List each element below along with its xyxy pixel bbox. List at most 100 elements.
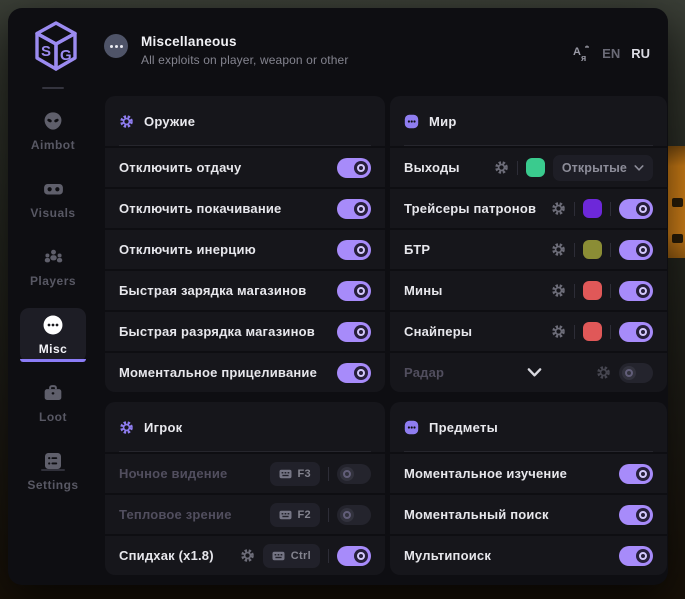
lang-ru-button[interactable]: RU: [631, 46, 650, 61]
feature-row: Спидхак (x1.8) Ctrl: [105, 536, 385, 575]
feature-row: Отключить покачивание: [105, 189, 385, 228]
toggle-switch[interactable]: [619, 240, 653, 260]
control-divider: [574, 284, 575, 298]
control-divider: [610, 325, 611, 339]
game-background: S G Miscellaneous All exploits on player…: [0, 0, 685, 599]
gear-icon[interactable]: [596, 365, 611, 380]
page-title: Miscellaneous: [141, 34, 237, 49]
section-player: ИгрокНочное видениеF3Тепловое зрениеF2Сп…: [105, 402, 385, 575]
toggle-switch[interactable]: [337, 199, 371, 219]
people-icon: [43, 247, 64, 267]
toggle-knob: [340, 508, 354, 522]
gear-icon[interactable]: [551, 201, 566, 216]
row-controls: [337, 322, 371, 342]
sidebar-item-loot[interactable]: Loot: [20, 376, 86, 430]
toggle-switch[interactable]: [619, 322, 653, 342]
control-divider: [328, 549, 329, 563]
color-swatch[interactable]: [583, 199, 602, 218]
toggle-switch[interactable]: [619, 199, 653, 219]
row-controls: [619, 464, 653, 484]
keybind-badge[interactable]: Ctrl: [263, 544, 320, 568]
gear-icon[interactable]: [240, 548, 255, 563]
keybind-badge[interactable]: F2: [270, 503, 321, 527]
feature-row: Отключить отдачу: [105, 148, 385, 187]
page-subtitle: All exploits on player, weapon or other: [141, 53, 348, 67]
translate-icon: A я: [572, 44, 591, 63]
sidebar-item-players[interactable]: Players: [20, 240, 86, 294]
sidebar-item-visuals[interactable]: Visuals: [20, 172, 86, 226]
row-controls: [551, 281, 653, 301]
items-section-icon: [404, 420, 419, 435]
gear-icon[interactable]: [551, 283, 566, 298]
feature-row: БТР: [390, 230, 667, 269]
sidebar-item-label: Misc: [39, 342, 68, 356]
control-divider: [574, 202, 575, 216]
toggle-knob: [354, 366, 368, 380]
section-title: Игрок: [144, 420, 182, 435]
feature-row: Трейсеры патронов: [390, 189, 667, 228]
toggle-switch[interactable]: [619, 281, 653, 301]
svg-text:S: S: [41, 43, 51, 60]
toggle-switch[interactable]: [337, 240, 371, 260]
feature-row: Мины: [390, 271, 667, 310]
keybind-label: F2: [298, 509, 312, 521]
color-swatch[interactable]: [526, 158, 545, 177]
toggle-switch[interactable]: [619, 464, 653, 484]
row-controls: [337, 158, 371, 178]
feature-label: Тепловое зрение: [119, 507, 270, 522]
keybind-badge[interactable]: F3: [270, 462, 321, 486]
feature-label: Спидхак (x1.8): [119, 548, 240, 563]
toggle-switch[interactable]: [337, 546, 371, 566]
toggle-switch[interactable]: [337, 505, 371, 525]
svg-text:A: A: [573, 46, 581, 58]
sidebar-item-misc[interactable]: Misc: [20, 308, 86, 362]
toggle-switch[interactable]: [619, 546, 653, 566]
sidebar-item-label: Aimbot: [31, 138, 75, 152]
weapon-section-icon: [119, 114, 134, 129]
keybind-label: F3: [298, 468, 312, 480]
gear-icon[interactable]: [551, 324, 566, 339]
toggle-switch[interactable]: [337, 322, 371, 342]
background-orange-object: [668, 146, 685, 258]
toggle-knob: [636, 243, 650, 257]
row-controls: [551, 322, 653, 342]
gear-icon[interactable]: [551, 242, 566, 257]
toggle-knob: [636, 284, 650, 298]
toggle-switch[interactable]: [619, 505, 653, 525]
toggle-switch[interactable]: [337, 363, 371, 383]
feature-label: Выходы: [404, 160, 494, 175]
sidebar-item-aimbot[interactable]: Aimbot: [20, 104, 86, 158]
feature-row: Моментальный поиск: [390, 495, 667, 534]
toggle-knob: [636, 202, 650, 216]
toggle-switch[interactable]: [619, 363, 653, 383]
color-swatch[interactable]: [583, 322, 602, 341]
keyboard-icon: [279, 510, 292, 520]
sidebar-item-label: Loot: [39, 410, 67, 424]
row-controls: [337, 199, 371, 219]
feature-label: Трейсеры патронов: [404, 201, 551, 216]
toggle-switch[interactable]: [337, 158, 371, 178]
toggle-switch[interactable]: [337, 281, 371, 301]
toggle-knob: [354, 549, 368, 563]
row-controls: Открытые: [494, 155, 653, 181]
ellipsis-icon: [43, 315, 63, 335]
sidebar-nav: Aimbot Visuals Players Misc Loot Settings: [8, 96, 98, 585]
sidebar-item-settings[interactable]: Settings: [20, 444, 86, 498]
toggle-knob: [636, 467, 650, 481]
lang-en-button[interactable]: EN: [602, 46, 620, 61]
feature-row: Моментальное прицеливание: [105, 353, 385, 392]
dropdown-select[interactable]: Открытые: [553, 155, 653, 181]
gear-icon[interactable]: [494, 160, 509, 175]
toggle-knob: [636, 508, 650, 522]
row-controls: [337, 281, 371, 301]
feature-label: Моментальное изучение: [404, 466, 619, 481]
logo-divider: [42, 87, 64, 89]
chevron-down-icon[interactable]: [527, 368, 542, 377]
world-section-icon: [404, 114, 419, 129]
section-header-world: Мир: [390, 96, 667, 146]
color-swatch[interactable]: [583, 240, 602, 259]
content-column-left: ОружиеОтключить отдачуОтключить покачива…: [105, 96, 385, 575]
toggle-knob: [636, 325, 650, 339]
color-swatch[interactable]: [583, 281, 602, 300]
toggle-switch[interactable]: [337, 464, 371, 484]
